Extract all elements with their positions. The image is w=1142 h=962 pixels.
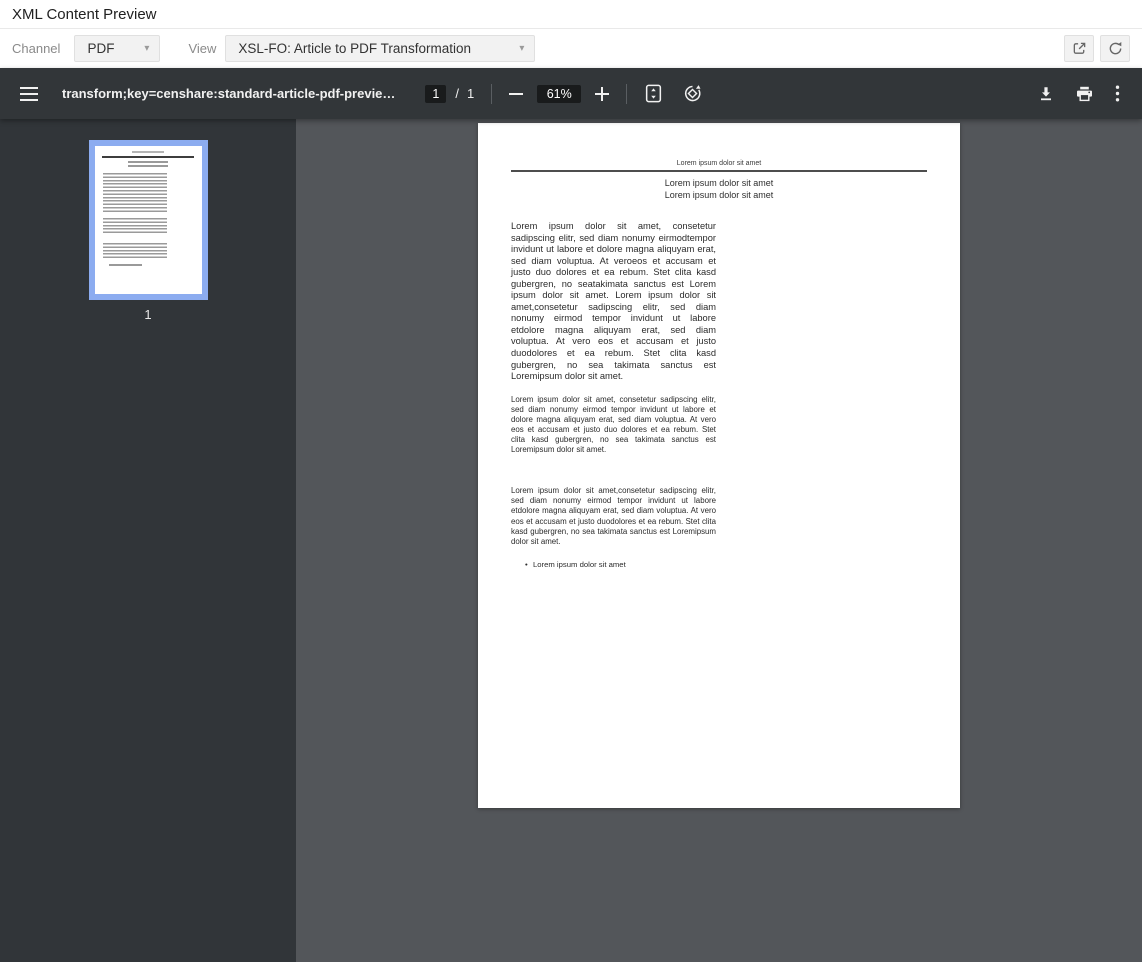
channel-select[interactable]: PDF ▾ <box>74 35 160 62</box>
current-page-input[interactable]: 1 <box>425 85 446 103</box>
chevron-down-icon: ▾ <box>144 43 149 54</box>
print-icon <box>1076 86 1093 102</box>
more-options-button[interactable] <box>1111 81 1124 106</box>
channel-bar: Channel PDF ▾ View XSL-FO: Article to PD… <box>0 29 1142 68</box>
thumbnail-text-decoration <box>128 161 169 163</box>
channel-label: Channel <box>12 41 60 56</box>
zoom-out-icon <box>509 87 523 101</box>
page-divider: / <box>455 86 459 101</box>
document-bullet-item: • Lorem ipsum dolor sit amet <box>511 560 716 569</box>
document-bullet-list: • Lorem ipsum dolor sit amet <box>511 560 716 569</box>
rotate-icon <box>683 84 702 103</box>
thumbnail-text-decoration <box>103 218 167 235</box>
more-vert-icon <box>1115 85 1120 102</box>
zoom-in-icon <box>595 87 609 101</box>
document-subtitle-line: Lorem ipsum dolor sit amet <box>478 189 960 201</box>
document-title: transform;key=censhare:standard-article-… <box>62 86 395 101</box>
document-paragraph: Lorem ipsum dolor sit amet, consetetur s… <box>511 395 716 456</box>
zoom-level-input[interactable]: 61% <box>537 85 581 103</box>
window-titlebar: XML Content Preview <box>0 0 1142 29</box>
thumbnail-rule-decoration <box>102 156 194 158</box>
bullet-marker: • <box>525 560 533 569</box>
thumbnail-text-decoration <box>103 173 167 212</box>
thumbnail-page-number: 1 <box>144 307 151 322</box>
document-text-column: Lorem ipsum dolor sit amet, consetetur s… <box>511 221 716 569</box>
document-running-header: Lorem ipsum dolor sit amet <box>478 160 960 167</box>
page-title: XML Content Preview <box>12 6 157 23</box>
rotate-button[interactable] <box>679 80 706 107</box>
toolbar-separator <box>491 84 492 104</box>
toolbar-separator <box>626 84 627 104</box>
pdf-page: Lorem ipsum dolor sit amet Lorem ipsum d… <box>478 123 960 808</box>
document-paragraph: Lorem ipsum dolor sit amet, consetetur s… <box>511 221 716 383</box>
refresh-button[interactable] <box>1100 35 1130 62</box>
thumbnail-text-decoration <box>128 165 169 167</box>
document-subtitle-line: Lorem ipsum dolor sit amet <box>478 177 960 189</box>
open-in-new-icon <box>1072 41 1087 56</box>
refresh-icon <box>1108 41 1123 56</box>
open-in-new-button[interactable] <box>1064 35 1094 62</box>
thumbnail-text-decoration <box>109 264 141 266</box>
view-select-value: XSL-FO: Article to PDF Transformation <box>238 41 471 56</box>
thumbnail-text-decoration <box>132 151 164 153</box>
view-label: View <box>188 41 216 56</box>
view-select[interactable]: XSL-FO: Article to PDF Transformation ▾ <box>225 35 535 62</box>
toolbar-right-actions <box>1034 81 1126 106</box>
thumbnail-sidebar: 1 <box>0 119 296 962</box>
download-button[interactable] <box>1034 82 1058 106</box>
bullet-text: Lorem ipsum dolor sit amet <box>533 560 626 569</box>
fit-to-page-icon <box>644 84 663 103</box>
menu-icon <box>20 87 38 101</box>
thumbnail-text-decoration <box>103 243 167 260</box>
pdf-toolbar: transform;key=censhare:standard-article-… <box>0 68 1142 119</box>
zoom-out-button[interactable] <box>505 83 527 105</box>
download-icon <box>1038 86 1054 102</box>
pdf-viewer: Lorem ipsum dolor sit amet Lorem ipsum d… <box>296 119 1142 962</box>
fit-to-page-button[interactable] <box>640 80 667 107</box>
chevron-down-icon: ▾ <box>519 43 524 54</box>
document-header-rule <box>511 170 927 172</box>
total-pages: 1 <box>467 86 474 101</box>
page-thumbnail[interactable] <box>89 140 208 300</box>
print-button[interactable] <box>1072 82 1097 106</box>
channel-select-value: PDF <box>87 41 114 56</box>
document-subtitle-block: Lorem ipsum dolor sit amet Lorem ipsum d… <box>478 177 960 201</box>
pdf-content-area: 1 Lorem ipsum dolor sit amet Lorem ipsum… <box>0 119 1142 962</box>
menu-button[interactable] <box>16 83 42 105</box>
zoom-in-button[interactable] <box>591 83 613 105</box>
document-paragraph: Lorem ipsum dolor sit amet,consetetur sa… <box>511 486 716 547</box>
page-controls: 1 / 1 61% <box>425 80 706 107</box>
